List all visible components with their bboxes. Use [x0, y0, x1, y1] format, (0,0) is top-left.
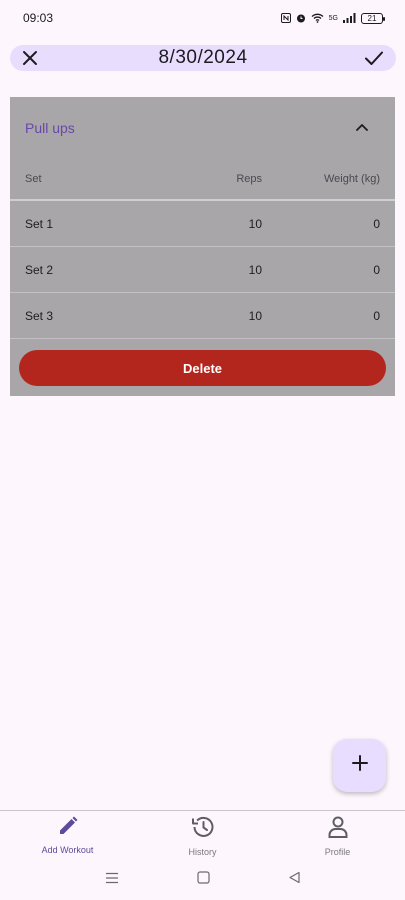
- battery-level: 21: [367, 13, 377, 23]
- nav-item-history[interactable]: History: [135, 811, 270, 860]
- battery-icon: 21: [361, 12, 385, 24]
- check-icon[interactable]: [364, 50, 384, 66]
- add-exercise-button[interactable]: [333, 739, 386, 792]
- alarm-icon: [296, 13, 306, 23]
- exercise-header[interactable]: Pull ups: [10, 97, 395, 159]
- home-icon[interactable]: [196, 871, 210, 889]
- nav-label-history: History: [188, 847, 217, 857]
- delete-button[interactable]: Delete: [19, 350, 386, 386]
- chevron-up-icon[interactable]: [355, 119, 369, 137]
- back-icon[interactable]: [288, 871, 301, 889]
- system-navigation-bar: [0, 862, 405, 898]
- nav-item-add-workout[interactable]: Add Workout: [0, 811, 135, 860]
- column-header-reps: Reps: [236, 173, 262, 185]
- set-label: Set 3: [25, 308, 54, 323]
- nfc-icon: [280, 13, 291, 23]
- wifi-icon: [311, 13, 324, 23]
- set-weight[interactable]: 0: [262, 263, 380, 277]
- set-reps[interactable]: 10: [162, 263, 262, 277]
- date-top-bar: 8/30/2024: [10, 45, 396, 71]
- workout-date[interactable]: 8/30/2024: [10, 47, 396, 69]
- nav-label-profile: Profile: [324, 847, 351, 857]
- set-row[interactable]: Set 3 10 0: [10, 293, 395, 339]
- menu-icon[interactable]: [105, 871, 119, 889]
- plus-icon: [351, 755, 368, 776]
- column-header-weight: Weight (kg): [323, 173, 380, 185]
- status-time: 09:03: [23, 11, 54, 25]
- exercise-card: Pull ups Set Reps Weight (kg) Set 1 10 0…: [10, 97, 395, 396]
- status-bar: 09:03 5G 21: [0, 0, 405, 36]
- set-label: Set 1: [25, 216, 54, 231]
- set-label: Set 2: [25, 262, 54, 277]
- set-reps[interactable]: 10: [162, 309, 262, 323]
- set-table-header: Set Reps Weight (kg): [10, 159, 395, 201]
- set-reps[interactable]: 10: [162, 217, 262, 231]
- set-row[interactable]: Set 1 10 0: [10, 201, 395, 247]
- nav-label-add-workout: Add Workout: [41, 845, 94, 855]
- set-weight[interactable]: 0: [262, 309, 380, 323]
- history-icon: [190, 815, 216, 844]
- close-icon[interactable]: [22, 50, 38, 66]
- signal-icon: [343, 13, 356, 23]
- person-icon: [327, 815, 349, 844]
- network-type-label: 5G: [328, 14, 338, 22]
- set-weight[interactable]: 0: [262, 217, 380, 231]
- nav-item-profile[interactable]: Profile: [270, 811, 405, 860]
- set-row[interactable]: Set 2 10 0: [10, 247, 395, 293]
- bottom-navigation: Add Workout History Profile: [0, 810, 405, 860]
- exercise-name: Pull ups: [25, 120, 75, 136]
- pencil-icon: [57, 815, 79, 842]
- status-icons: 5G 21: [280, 12, 385, 24]
- column-header-set: Set: [25, 173, 42, 185]
